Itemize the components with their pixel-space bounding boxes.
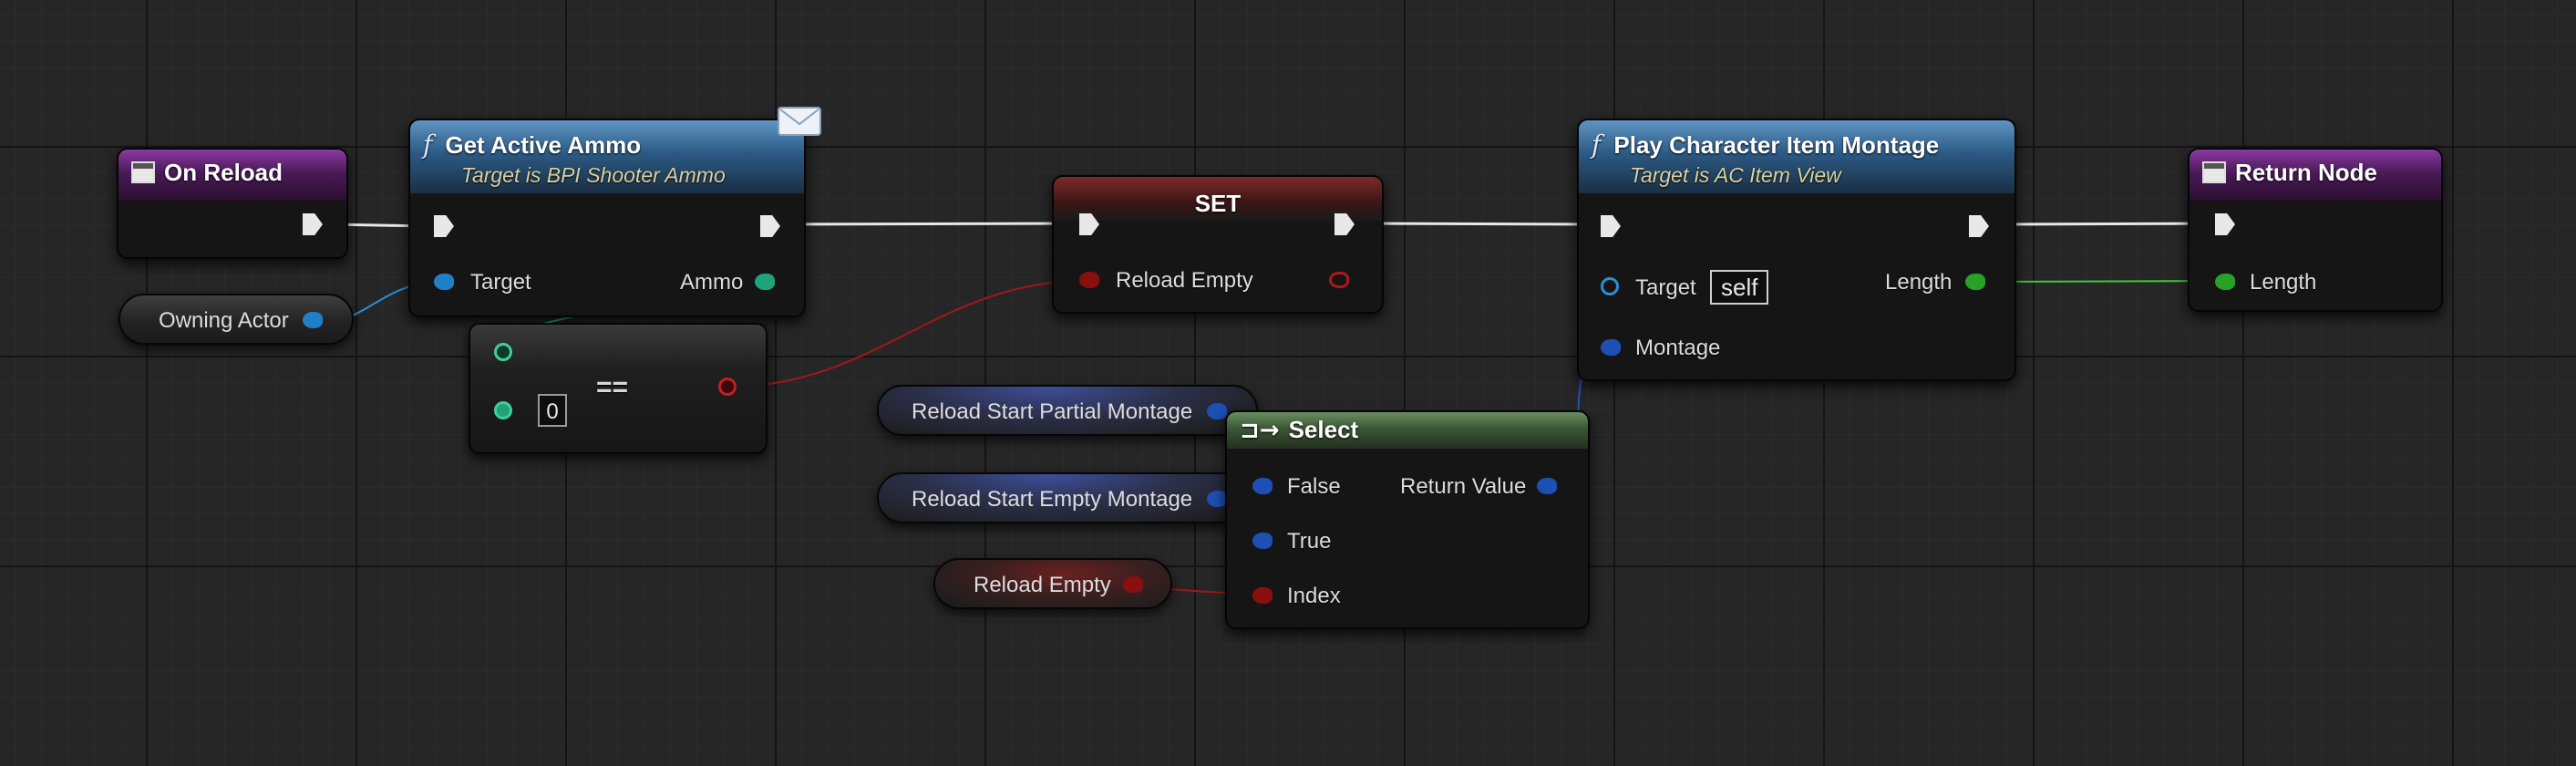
equals-node[interactable]: 0 == — [469, 323, 768, 454]
play-montage-target-label: Target — [1635, 275, 1696, 300]
function-icon: f — [1592, 129, 1602, 160]
on-reload-node[interactable]: On Reload — [117, 148, 348, 259]
select-node[interactable]: ⊐→ Select False Return Value True Index — [1225, 410, 1590, 629]
play-montage-montage-label: Montage — [1635, 336, 1721, 360]
return-node-title: Return Node — [2235, 159, 2377, 186]
get-active-ammo-node[interactable]: f Get Active Ammo Target is BPI Shooter A… — [408, 119, 806, 317]
select-true-label: True — [1287, 529, 1332, 554]
equals-input-b-pin[interactable] — [494, 401, 512, 419]
envelope-icon — [778, 107, 821, 136]
on-reload-exec-out[interactable] — [303, 213, 323, 235]
get-active-ammo-target-label: Target — [470, 270, 531, 295]
return-icon — [2202, 161, 2226, 184]
equals-input-a-pin[interactable] — [494, 343, 512, 361]
play-character-item-montage-node[interactable]: f Play Character Item Montage Target is A… — [1577, 119, 2016, 381]
select-false-label: False — [1287, 474, 1341, 499]
select-return-label: Return Value — [1400, 474, 1527, 499]
reload-start-partial-montage-pin[interactable] — [1207, 403, 1227, 419]
on-reload-header: On Reload — [118, 150, 346, 201]
set-node[interactable]: SET Reload Empty — [1052, 175, 1384, 314]
return-node-length-label: Length — [2250, 270, 2317, 295]
reload-start-empty-montage-pin[interactable] — [1207, 491, 1227, 507]
play-montage-target-pin[interactable] — [1601, 277, 1619, 295]
reload-start-empty-montage-node[interactable]: Reload Start Empty Montage — [877, 472, 1258, 523]
set-header: SET — [1054, 177, 1382, 221]
equals-default-value[interactable]: 0 — [538, 394, 567, 427]
reload-start-empty-montage-label: Reload Start Empty Montage — [912, 487, 1193, 512]
reload-empty-getter-node[interactable]: Reload Empty — [933, 558, 1172, 609]
owning-actor-pin[interactable] — [303, 312, 323, 328]
return-node-exec-in[interactable] — [2215, 213, 2235, 235]
get-active-ammo-output-label: Ammo — [680, 270, 744, 295]
exec-wire-4 — [2004, 222, 2218, 226]
reload-start-partial-montage-label: Reload Start Partial Montage — [912, 399, 1193, 424]
reload-empty-getter-pin[interactable] — [1123, 576, 1143, 593]
play-montage-title: Play Character Item Montage — [1613, 131, 1940, 159]
return-node-header: Return Node — [2190, 150, 2441, 201]
select-index-pin[interactable] — [1252, 587, 1273, 604]
get-active-ammo-subtitle: Target is BPI Shooter Ammo — [461, 163, 726, 187]
get-active-ammo-exec-out[interactable] — [760, 215, 780, 237]
function-icon: f — [423, 129, 433, 160]
play-montage-length-label: Length — [1885, 270, 1953, 295]
select-true-pin[interactable] — [1252, 533, 1273, 549]
owning-actor-label: Owning Actor — [159, 308, 289, 333]
play-montage-subtitle: Target is AC Item View — [1630, 163, 1841, 187]
exec-wire-2 — [774, 222, 1077, 226]
play-montage-montage-pin[interactable] — [1601, 339, 1621, 356]
select-false-pin[interactable] — [1252, 478, 1273, 494]
play-montage-exec-out[interactable] — [1969, 215, 1989, 237]
get-active-ammo-target-pin[interactable] — [434, 274, 454, 290]
exec-wire-3 — [1361, 222, 1596, 226]
owning-actor-node[interactable]: Owning Actor — [118, 294, 354, 345]
on-reload-title: On Reload — [164, 159, 283, 186]
wire-layer — [314, 222, 2225, 595]
select-title: Select — [1288, 416, 1359, 443]
set-output-pin[interactable] — [1329, 272, 1349, 288]
event-icon — [131, 161, 155, 184]
return-node[interactable]: Return Node Length — [2188, 148, 2443, 312]
get-active-ammo-header: f Get Active Ammo Target is BPI Shooter A… — [410, 120, 804, 193]
equals-output-pin[interactable] — [718, 378, 737, 396]
play-montage-exec-in[interactable] — [1601, 215, 1621, 237]
reload-empty-getter-label: Reload Empty — [974, 573, 1111, 597]
set-reload-empty-label: Reload Empty — [1116, 268, 1253, 293]
select-index-label: Index — [1287, 584, 1341, 608]
play-montage-target-value[interactable]: self — [1710, 270, 1769, 305]
set-title: SET — [1194, 190, 1242, 217]
get-active-ammo-ammo-pin[interactable] — [755, 274, 775, 290]
select-return-pin[interactable] — [1537, 478, 1557, 494]
return-node-length-pin[interactable] — [2215, 274, 2235, 290]
select-icon: ⊐→ — [1240, 417, 1280, 444]
play-montage-header: f Play Character Item Montage Target is A… — [1579, 120, 2014, 193]
set-reload-empty-pin[interactable] — [1079, 272, 1099, 288]
play-montage-length-pin[interactable] — [1965, 274, 1985, 290]
equals-operator: == — [596, 372, 629, 402]
select-header: ⊐→ Select — [1227, 412, 1588, 449]
get-active-ammo-title: Get Active Ammo — [445, 131, 642, 159]
reload-start-partial-montage-node[interactable]: Reload Start Partial Montage — [877, 385, 1258, 436]
get-active-ammo-exec-in[interactable] — [434, 215, 454, 237]
